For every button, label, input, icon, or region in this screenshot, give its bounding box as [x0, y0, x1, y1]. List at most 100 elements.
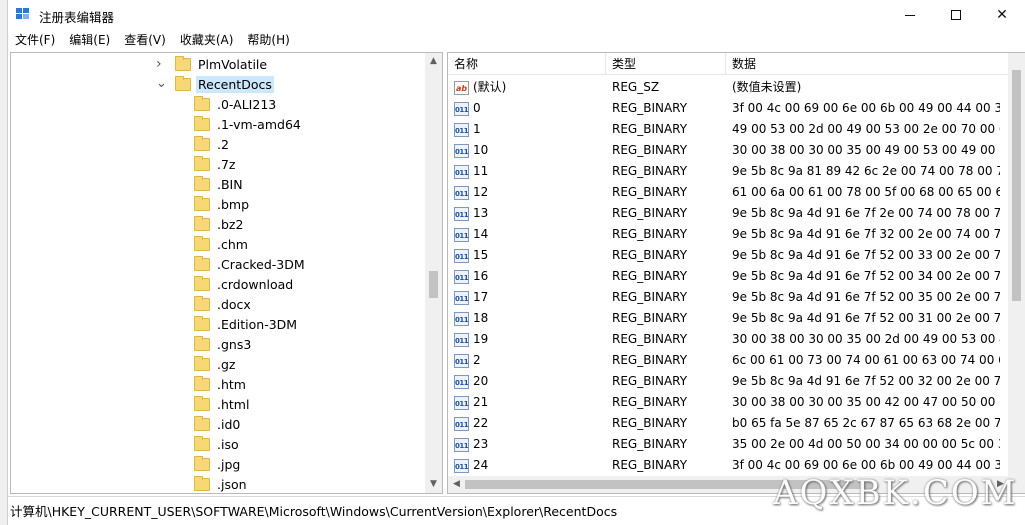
tree-item[interactable]: .Edition-3DM: [194, 314, 299, 334]
tree-item[interactable]: .bmp: [194, 194, 251, 214]
tree-item-label: PlmVolatile: [198, 56, 268, 72]
value-name: 0: [473, 101, 481, 115]
value-data-cell: 9e 5b 8c 9a 4d 91 6e 7f 52 00 35 00 2e 0…: [732, 290, 1000, 304]
value-data-cell: 9e 5b 8c 9a 4d 91 6e 7f 32 00 2e 00 74 0…: [732, 227, 1000, 241]
tree-item-label: RecentDocs: [196, 75, 274, 93]
scroll-up-icon[interactable]: ▲: [425, 53, 442, 70]
value-name-cell: 011 12: [454, 182, 604, 203]
tree-item[interactable]: .htm: [194, 374, 248, 394]
tree-vertical-scrollbar[interactable]: ▲ ▼: [425, 53, 442, 493]
table-row[interactable]: 011 12 REG_BINARY 61 00 6a 00 61 00 78 00 5…: [448, 182, 1008, 203]
value-name-cell: 011 11: [454, 161, 604, 182]
tree-item[interactable]: .1-vm-amd64: [194, 114, 303, 134]
maximize-button[interactable]: [933, 0, 979, 30]
tree-item[interactable]: .crdownload: [194, 274, 295, 294]
tree-item[interactable]: .Cracked-3DM: [194, 254, 307, 274]
chevron-down-icon[interactable]: ⌄: [156, 77, 167, 90]
tree-item[interactable]: .2: [194, 134, 231, 154]
value-name: 10: [473, 143, 489, 157]
menu-help[interactable]: 帮助(H): [240, 30, 296, 50]
table-row[interactable]: 011 14 REG_BINARY 9e 5b 8c 9a 4d 91 6e 7f 3…: [448, 224, 1008, 245]
minimize-button[interactable]: [887, 0, 933, 30]
tree-item[interactable]: .gns3: [194, 334, 253, 354]
chevron-right-icon[interactable]: ›: [156, 57, 166, 71]
values-list-pane[interactable]: 名称 类型 数据 ab (默认) REG_SZ (数值未设置) 011 0 REG_BINA…: [447, 52, 1025, 494]
folder-icon: [194, 315, 210, 331]
folder-icon: [194, 215, 210, 231]
table-row[interactable]: 011 19 REG_BINARY 30 00 38 00 30 00 35 00 2…: [448, 329, 1008, 350]
tree-item[interactable]: .bz2: [194, 214, 245, 234]
tree-item[interactable]: .gz: [194, 354, 237, 374]
tree-item[interactable]: .html: [194, 394, 251, 414]
column-header-data[interactable]: 数据: [726, 53, 1008, 75]
value-name: 19: [473, 332, 489, 346]
minimize-icon: [905, 14, 915, 16]
tree-item-label: .chm: [217, 236, 248, 252]
tree-item[interactable]: .0-ALI213: [194, 94, 278, 114]
tree-item[interactable]: .7z: [194, 154, 238, 174]
table-row[interactable]: 011 15 REG_BINARY 9e 5b 8c 9a 4d 91 6e 7f 5…: [448, 245, 1008, 266]
table-row[interactable]: 011 2 REG_BINARY 6c 00 61 00 73 00 74 00 61…: [448, 350, 1008, 371]
folder-icon: [194, 295, 210, 311]
menu-favorites[interactable]: 收藏夹(A): [173, 30, 241, 50]
column-header-name[interactable]: 名称: [448, 53, 606, 75]
tree-item[interactable]: .json: [194, 474, 249, 493]
tree-scroll-thumb[interactable]: [429, 271, 438, 298]
value-name-cell: 011 10: [454, 140, 604, 161]
tree-item[interactable]: .docx: [194, 294, 253, 314]
table-row[interactable]: 011 17 REG_BINARY 9e 5b 8c 9a 4d 91 6e 7f 5…: [448, 287, 1008, 308]
registry-editor-window: 注册表编辑器 ✕ 文件(F) 编辑(E) 查看(V) 收藏夹(A) 帮助(H) …: [8, 0, 1025, 525]
tree-item[interactable]: ⌄ RecentDocs: [156, 74, 274, 94]
value-name-cell: 011 18: [454, 308, 604, 329]
tree-item[interactable]: › PlmVolatile: [156, 54, 269, 74]
folder-icon: [194, 95, 210, 111]
value-type-cell: REG_BINARY: [612, 311, 688, 325]
values-vertical-scrollbar[interactable]: [1008, 53, 1025, 477]
scroll-left-icon[interactable]: ◀: [448, 476, 465, 493]
value-data-cell: 9e 5b 8c 9a 4d 91 6e 7f 52 00 32 00 2e 0…: [732, 374, 1000, 388]
close-button[interactable]: ✕: [979, 0, 1025, 30]
value-name: 2: [473, 353, 481, 367]
value-name: 24: [473, 458, 489, 472]
value-name-cell: 011 17: [454, 287, 604, 308]
key-tree-pane[interactable]: › PlmVolatile ⌄ RecentDocs .0-ALI213 .1-vm-am…: [10, 52, 443, 494]
tree-item[interactable]: .jpg: [194, 454, 242, 474]
values-vscroll-thumb[interactable]: [1012, 70, 1021, 301]
table-row[interactable]: 011 16 REG_BINARY 9e 5b 8c 9a 4d 91 6e 7f 5…: [448, 266, 1008, 287]
value-data-cell: 9e 5b 8c 9a 81 89 42 6c 2e 00 74 00 78 0…: [732, 164, 1000, 178]
table-row[interactable]: 011 18 REG_BINARY 9e 5b 8c 9a 4d 91 6e 7f 5…: [448, 308, 1008, 329]
table-row[interactable]: 011 13 REG_BINARY 9e 5b 8c 9a 4d 91 6e 7f 2…: [448, 203, 1008, 224]
menu-edit[interactable]: 编辑(E): [62, 30, 117, 50]
tree-item-label: .json: [217, 476, 247, 492]
binary-value-icon: 011: [454, 143, 469, 158]
table-row[interactable]: 011 21 REG_BINARY 30 00 38 00 30 00 35 00 4…: [448, 392, 1008, 413]
tree-item-label: .id0: [217, 416, 241, 432]
tree-item[interactable]: .id0: [194, 414, 242, 434]
table-row[interactable]: ab (默认) REG_SZ (数值未设置): [448, 77, 1008, 98]
value-data-cell: (数值未设置): [732, 80, 802, 94]
value-name: 23: [473, 437, 489, 451]
title-bar[interactable]: 注册表编辑器 ✕: [8, 0, 1025, 30]
column-header-type[interactable]: 类型: [606, 53, 726, 75]
value-name: 13: [473, 206, 489, 220]
tree-item-label: .0-ALI213: [217, 96, 277, 112]
table-row[interactable]: 011 1 REG_BINARY 49 00 53 00 2d 00 49 00 53…: [448, 119, 1008, 140]
menu-bar: 文件(F) 编辑(E) 查看(V) 收藏夹(A) 帮助(H): [8, 30, 1025, 50]
table-row[interactable]: 011 0 REG_BINARY 3f 00 4c 00 69 00 6e 00 6b…: [448, 98, 1008, 119]
menu-file[interactable]: 文件(F): [8, 30, 62, 50]
table-row[interactable]: 011 11 REG_BINARY 9e 5b 8c 9a 81 89 42 6c 2…: [448, 161, 1008, 182]
table-row[interactable]: 011 10 REG_BINARY 30 00 38 00 30 00 35 00 4…: [448, 140, 1008, 161]
value-type-cell: REG_BINARY: [612, 353, 688, 367]
value-name-cell: 011 14: [454, 224, 604, 245]
menu-view[interactable]: 查看(V): [117, 30, 173, 50]
tree-item[interactable]: .iso: [194, 434, 241, 454]
tree-item[interactable]: .BIN: [194, 174, 245, 194]
string-value-icon: ab: [454, 80, 469, 95]
table-row[interactable]: 011 20 REG_BINARY 9e 5b 8c 9a 4d 91 6e 7f 5…: [448, 371, 1008, 392]
table-row[interactable]: 011 22 REG_BINARY b0 65 fa 5e 87 65 2c 67 8…: [448, 413, 1008, 434]
scroll-down-icon[interactable]: ▼: [425, 476, 442, 493]
value-name-cell: 011 19: [454, 329, 604, 350]
tree-item[interactable]: .chm: [194, 234, 250, 254]
folder-icon: [194, 335, 210, 351]
table-row[interactable]: 011 23 REG_BINARY 35 00 2e 00 4d 00 50 00 3…: [448, 434, 1008, 455]
